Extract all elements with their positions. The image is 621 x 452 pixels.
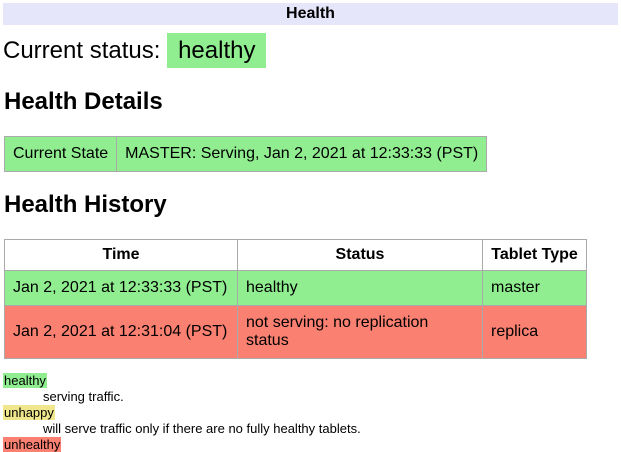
column-header-time: Time	[5, 240, 238, 271]
health-page: Health Current status: healthy Health De…	[0, 0, 621, 452]
legend-description: serving traffic.	[43, 389, 618, 405]
legend-term-unhappy: unhappy	[3, 405, 55, 420]
column-header-tablet-type: Tablet Type	[483, 240, 587, 271]
current-state-value-cell: MASTER: Serving, Jan 2, 2021 at 12:33:33…	[117, 137, 487, 172]
table-row: Current State MASTER: Serving, Jan 2, 20…	[5, 137, 487, 172]
table-row: Jan 2, 2021 at 12:31:04 (PST) not servin…	[5, 306, 587, 359]
current-state-label-cell: Current State	[5, 137, 117, 172]
history-status-cell: not serving: no replication status	[238, 306, 483, 359]
history-tablet-type-cell: replica	[483, 306, 587, 359]
page-title: Health	[3, 3, 618, 25]
history-tablet-type-cell: master	[483, 271, 587, 306]
history-status-cell: healthy	[238, 271, 483, 306]
history-time-cell: Jan 2, 2021 at 12:33:33 (PST)	[5, 271, 238, 306]
health-history-table: Time Status Tablet Type Jan 2, 2021 at 1…	[4, 239, 587, 359]
table-row: Jan 2, 2021 at 12:33:33 (PST) healthy ma…	[5, 271, 587, 306]
current-status-label: Current status:	[3, 37, 160, 64]
current-status-line: Current status: healthy	[3, 33, 618, 69]
health-details-heading: Health Details	[4, 88, 618, 116]
column-header-status: Status	[238, 240, 483, 271]
health-details-table: Current State MASTER: Serving, Jan 2, 20…	[4, 136, 487, 172]
history-time-cell: Jan 2, 2021 at 12:31:04 (PST)	[5, 306, 238, 359]
legend-term: unhealthy	[3, 437, 618, 452]
legend-term: healthy	[3, 373, 618, 389]
table-header-row: Time Status Tablet Type	[5, 240, 587, 271]
legend-term: unhappy	[3, 405, 618, 421]
legend-term-unhealthy: unhealthy	[3, 437, 61, 452]
current-status-badge: healthy	[167, 33, 266, 68]
health-history-heading: Health History	[4, 191, 618, 219]
status-legend: healthy serving traffic. unhappy will se…	[3, 373, 618, 452]
legend-description: will serve traffic only if there are no …	[43, 421, 618, 437]
legend-term-healthy: healthy	[3, 373, 47, 388]
